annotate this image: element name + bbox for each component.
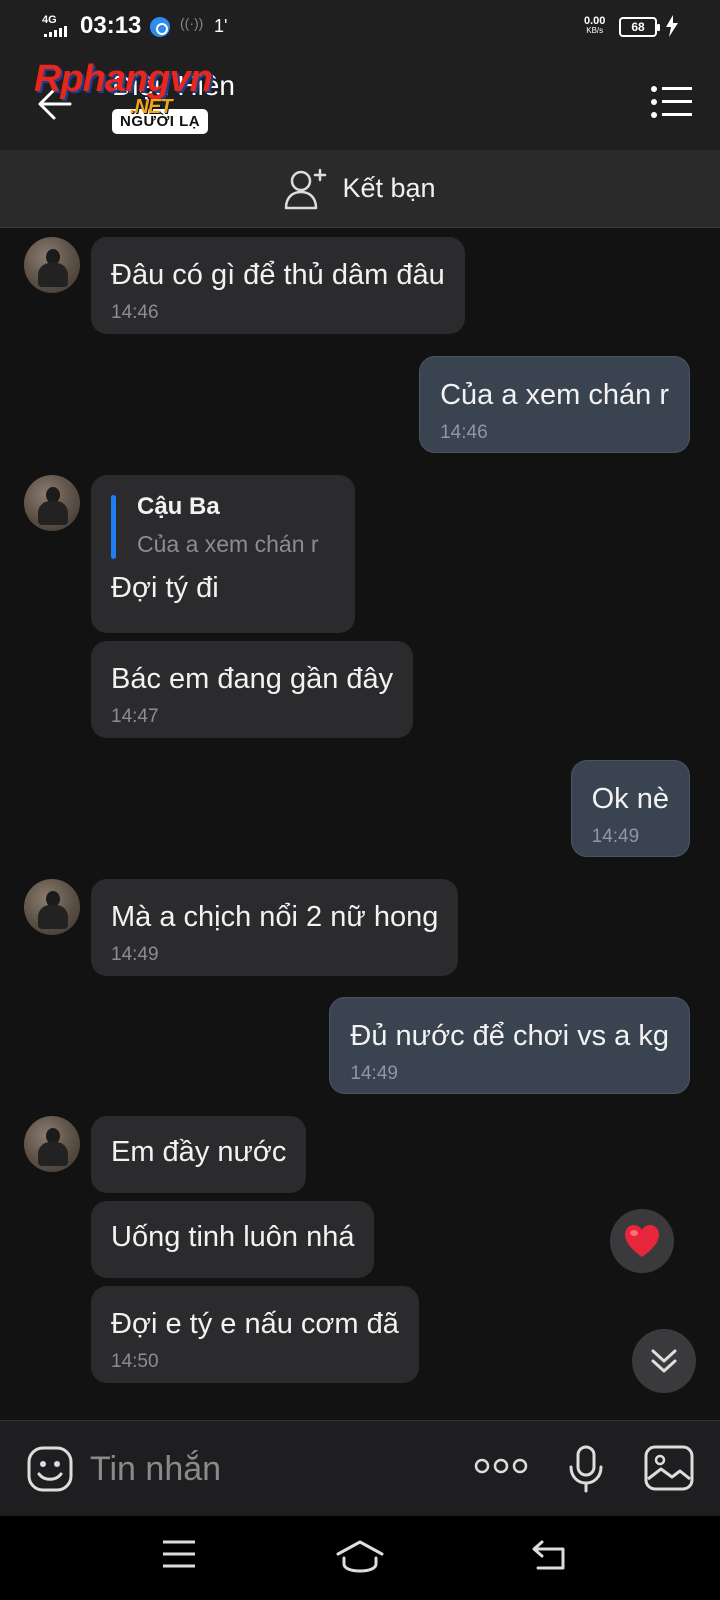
message-bubble-outgoing[interactable]: Của a xem chán r 14:46 [419,356,690,453]
message-time: 14:47 [111,706,159,727]
clock: 03:13 [80,12,142,39]
recent-apps-icon[interactable] [162,1540,196,1568]
message-bubble-incoming[interactable]: Đợi e tý e nấu cơm đã 14:50 [91,1286,419,1383]
chat-header: Diệu Hiền NGƯỜI LẠ Rphangvn .NET [0,54,720,150]
network-speed: 0.00 KB/s [584,15,606,36]
hotspot-icon [150,17,170,37]
message-bubble-reply[interactable]: Cậu Ba Của a xem chán r Đợi tý đi [91,475,355,633]
message-bubble-incoming[interactable]: Đâu có gì để thủ dâm đâu 14:46 [91,237,465,334]
message-time: 14:46 [111,302,159,323]
message-text: Đợi tý đi [111,572,219,604]
heart-icon [625,1225,659,1257]
watermark-logo: Rphangvn .NET [34,58,213,118]
message-text: Đâu có gì để thủ dâm đâu [111,259,445,291]
sticker-emoji-icon[interactable] [26,1445,74,1493]
message-bubble-incoming[interactable]: Uống tinh luôn nhá [91,1201,375,1278]
image-gallery-icon[interactable] [644,1445,694,1491]
more-options-icon[interactable] [474,1457,528,1475]
contact-avatar[interactable] [24,237,80,293]
message-text: Đợi e tý e nấu cơm đã [111,1308,399,1340]
signal-icon [44,26,67,37]
message-text: Uống tinh luôn nhá [111,1221,355,1253]
quoted-message[interactable]: Cậu Ba Của a xem chán r [111,493,335,559]
quote-author: Cậu Ba [137,493,220,520]
system-navigation-bar [0,1516,720,1600]
contact-avatar[interactable] [24,1116,80,1172]
message-bubble-incoming[interactable]: Mà a chịch nổi 2 nữ hong 14:49 [91,879,459,976]
message-time: 14:49 [111,944,159,965]
contact-avatar[interactable] [24,879,80,935]
message-text: Bác em đang gần đây [111,663,394,695]
message-input[interactable] [90,1441,450,1497]
message-text: Của a xem chán r [440,379,669,411]
quote-text: Của a xem chán r [137,531,319,557]
network-type: 4G [42,14,57,26]
message-time: 14:49 [591,826,640,847]
message-list[interactable]: Đâu có gì để thủ dâm đâu 14:46 Của a xem… [0,229,720,1420]
home-icon[interactable] [336,1538,384,1574]
battery-icon: 68 [619,17,660,37]
microphone-icon[interactable] [568,1445,604,1493]
scroll-to-bottom-button[interactable] [632,1329,696,1393]
double-chevron-down-icon [651,1349,677,1373]
message-bubble-outgoing[interactable]: Ok nè 14:49 [570,760,690,857]
message-text: Đủ nước để chơi vs a kg [350,1020,669,1052]
status-misc: 1' [214,16,228,36]
charging-icon [666,15,678,37]
back-nav-icon[interactable] [530,1540,566,1570]
contact-avatar[interactable] [24,475,80,531]
message-text: Ok nè [591,783,669,815]
message-bubble-outgoing[interactable]: Đủ nước để chơi vs a kg 14:49 [329,997,690,1094]
message-bubble-incoming[interactable]: Bác em đang gần đây 14:47 [91,641,414,738]
heart-reaction-button[interactable] [610,1209,674,1273]
message-time: 14:50 [111,1351,159,1372]
menu-list-icon[interactable] [650,84,692,120]
message-bubble-incoming[interactable]: Em đầy nước [91,1116,307,1193]
message-time: 14:46 [440,422,488,443]
add-friend-button[interactable]: Kết bạn [0,150,720,228]
message-composer [0,1420,720,1516]
status-bar: 4G 03:13 ((·)) 1' 0.00 KB/s 68 [0,0,720,54]
add-user-icon [285,168,327,209]
add-friend-label: Kết bạn [342,173,436,203]
message-text: Em đầy nước [111,1136,287,1168]
message-time: 14:49 [350,1063,398,1084]
message-text: Mà a chịch nổi 2 nữ hong [111,901,439,933]
wifi-icon: ((·)) [180,15,204,31]
